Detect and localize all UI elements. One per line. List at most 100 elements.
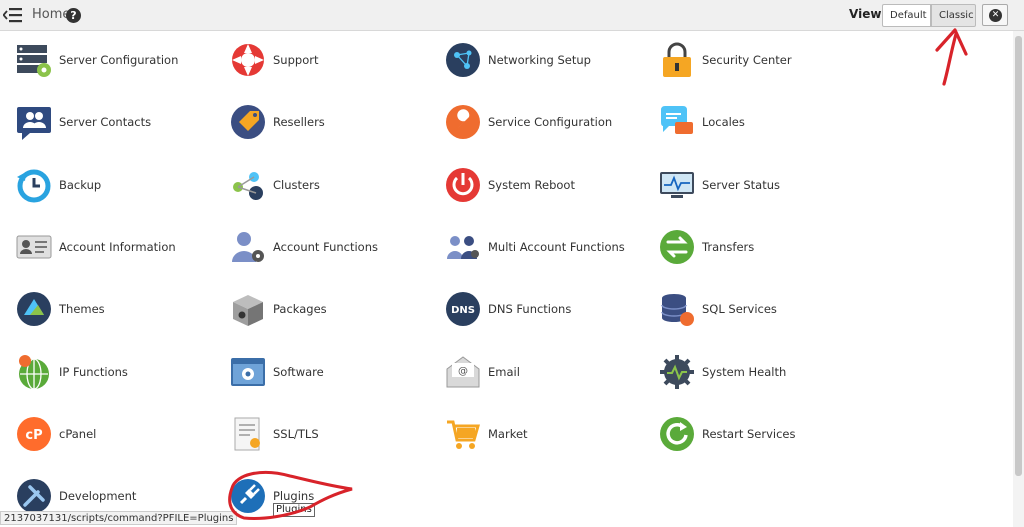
development-tools-icon <box>17 479 51 514</box>
tile-label: Resellers <box>273 115 325 130</box>
themes-icon <box>17 292 51 327</box>
certificate-icon <box>234 417 260 451</box>
status-url: 2137037131/scripts/command?PFILE=Plugins <box>0 511 238 525</box>
tile-server-configuration[interactable]: Server Configuration <box>16 35 221 85</box>
tile-label: Server Configuration <box>59 53 179 67</box>
tile-label: System Reboot <box>488 177 575 192</box>
email-envelope-icon: @ <box>446 355 480 387</box>
help-icon[interactable]: ? <box>66 8 81 23</box>
clusters-icon <box>233 171 263 200</box>
tile-system-reboot[interactable]: System Reboot <box>445 160 650 210</box>
tile-label: Account Functions <box>273 239 378 254</box>
tile-clusters[interactable]: Clusters <box>230 160 435 210</box>
wrench-icon <box>446 105 480 140</box>
svg-text:@: @ <box>458 366 468 377</box>
tile-dns-functions[interactable]: DNS DNS Functions <box>445 284 650 334</box>
menu-toggle-icon[interactable] <box>3 6 23 24</box>
tile-label: System Health <box>702 364 787 379</box>
tile-label: Development <box>59 489 137 504</box>
tile-label: Software <box>273 364 324 379</box>
tile-system-health[interactable]: System Health <box>659 347 864 397</box>
tile-backup[interactable]: Backup <box>16 160 221 210</box>
tile-label: Account Information <box>59 239 176 254</box>
tile-label: Backup <box>59 177 102 192</box>
tile-label: DNS Functions <box>488 302 572 317</box>
tile-multi-account-functions[interactable]: Multi Account Functions <box>445 222 650 272</box>
tile-label: Support <box>273 53 319 67</box>
tile-themes[interactable]: Themes <box>16 284 221 334</box>
tag-icon <box>231 105 265 140</box>
tile-market[interactable]: Market <box>445 409 650 459</box>
tile-label: SSL/TLS <box>273 426 319 441</box>
monitor-pulse-icon <box>660 171 694 198</box>
tile-software[interactable]: Software <box>230 347 435 397</box>
ip-globe-icon <box>19 354 49 390</box>
breadcrumb-home[interactable]: Home <box>32 7 70 22</box>
tile-plugins[interactable]: Plugins <box>230 471 435 521</box>
tile-ip-functions[interactable]: IP Functions <box>16 347 221 397</box>
tile-server-status[interactable]: Server Status <box>659 160 864 210</box>
tile-ssl-tls[interactable]: SSL/TLS <box>230 409 435 459</box>
backup-clock-icon <box>17 169 51 203</box>
power-icon <box>446 167 480 202</box>
annotation-arrowhead-classic <box>935 28 968 56</box>
lifebuoy-icon <box>232 44 264 76</box>
tile-label: Service Configuration <box>488 115 613 130</box>
plug-icon <box>231 479 265 514</box>
tile-label: Multi Account Functions <box>488 239 625 254</box>
speech-bubble-icon <box>661 106 693 135</box>
tile-label: Clusters <box>273 177 320 192</box>
tile-label: Transfers <box>702 239 755 254</box>
view-classic-button[interactable]: Classic <box>931 4 976 27</box>
tile-account-functions[interactable]: Account Functions <box>230 222 435 272</box>
tile-label: Networking Setup <box>488 53 591 67</box>
package-box-icon <box>233 295 263 327</box>
close-icon: ✕ <box>989 9 1002 22</box>
cpanel-logo-icon: cP <box>17 416 51 451</box>
tile-label: Security Center <box>702 53 792 67</box>
tile-label: Themes <box>59 302 105 317</box>
user-gear-icon <box>232 231 264 262</box>
tile-account-information[interactable]: Account Information <box>16 222 221 272</box>
tile-label: IP Functions <box>59 364 128 379</box>
close-button[interactable]: ✕ <box>982 4 1008 26</box>
shopping-cart-icon <box>447 420 480 449</box>
software-window-icon <box>231 357 265 386</box>
scrollbar-thumb[interactable] <box>1015 36 1022 476</box>
transfer-arrows-icon <box>660 229 694 264</box>
database-icon <box>661 294 694 327</box>
multi-user-icon <box>447 235 479 259</box>
tile-label: Restart Services <box>702 426 796 441</box>
annotation-arrow-classic <box>942 32 958 86</box>
tile-sql-services[interactable]: SQL Services <box>659 284 864 334</box>
top-bar: Home ? View: Default Classic ✕ <box>0 0 1024 31</box>
restart-icon <box>660 416 694 451</box>
tile-support[interactable]: Support <box>230 35 435 85</box>
tile-label: cPanel <box>59 426 97 441</box>
tile-label: Server Status <box>702 177 781 192</box>
contacts-icon <box>17 107 51 141</box>
tile-service-configuration[interactable]: Service Configuration <box>445 97 650 147</box>
tile-label: Plugins <box>273 489 315 504</box>
tile-locales[interactable]: Locales <box>659 97 864 147</box>
tile-label: Market <box>488 426 528 441</box>
view-label: View: <box>849 7 887 21</box>
svg-text:DNS: DNS <box>451 305 475 316</box>
tile-transfers[interactable]: Transfers <box>659 222 864 272</box>
tile-email[interactable]: @ Email <box>445 347 650 397</box>
tile-label: Locales <box>702 115 745 130</box>
tile-networking-setup[interactable]: Networking Setup <box>445 35 650 85</box>
health-gear-icon <box>660 354 694 389</box>
plugins-tooltip: Plugins <box>273 503 315 517</box>
view-default-button[interactable]: Default <box>882 4 931 27</box>
tile-label: Packages <box>273 302 327 317</box>
tile-server-contacts[interactable]: Server Contacts <box>16 97 221 147</box>
server-configuration-icon <box>17 45 51 77</box>
tile-security-center[interactable]: Security Center <box>659 35 864 85</box>
network-globe-icon <box>446 43 480 77</box>
tile-packages[interactable]: Packages <box>230 284 435 334</box>
tile-restart-services[interactable]: Restart Services <box>659 409 864 459</box>
tile-resellers[interactable]: Resellers <box>230 97 435 147</box>
tile-cpanel[interactable]: cP cPanel <box>16 409 221 459</box>
tile-label: Email <box>488 364 520 379</box>
